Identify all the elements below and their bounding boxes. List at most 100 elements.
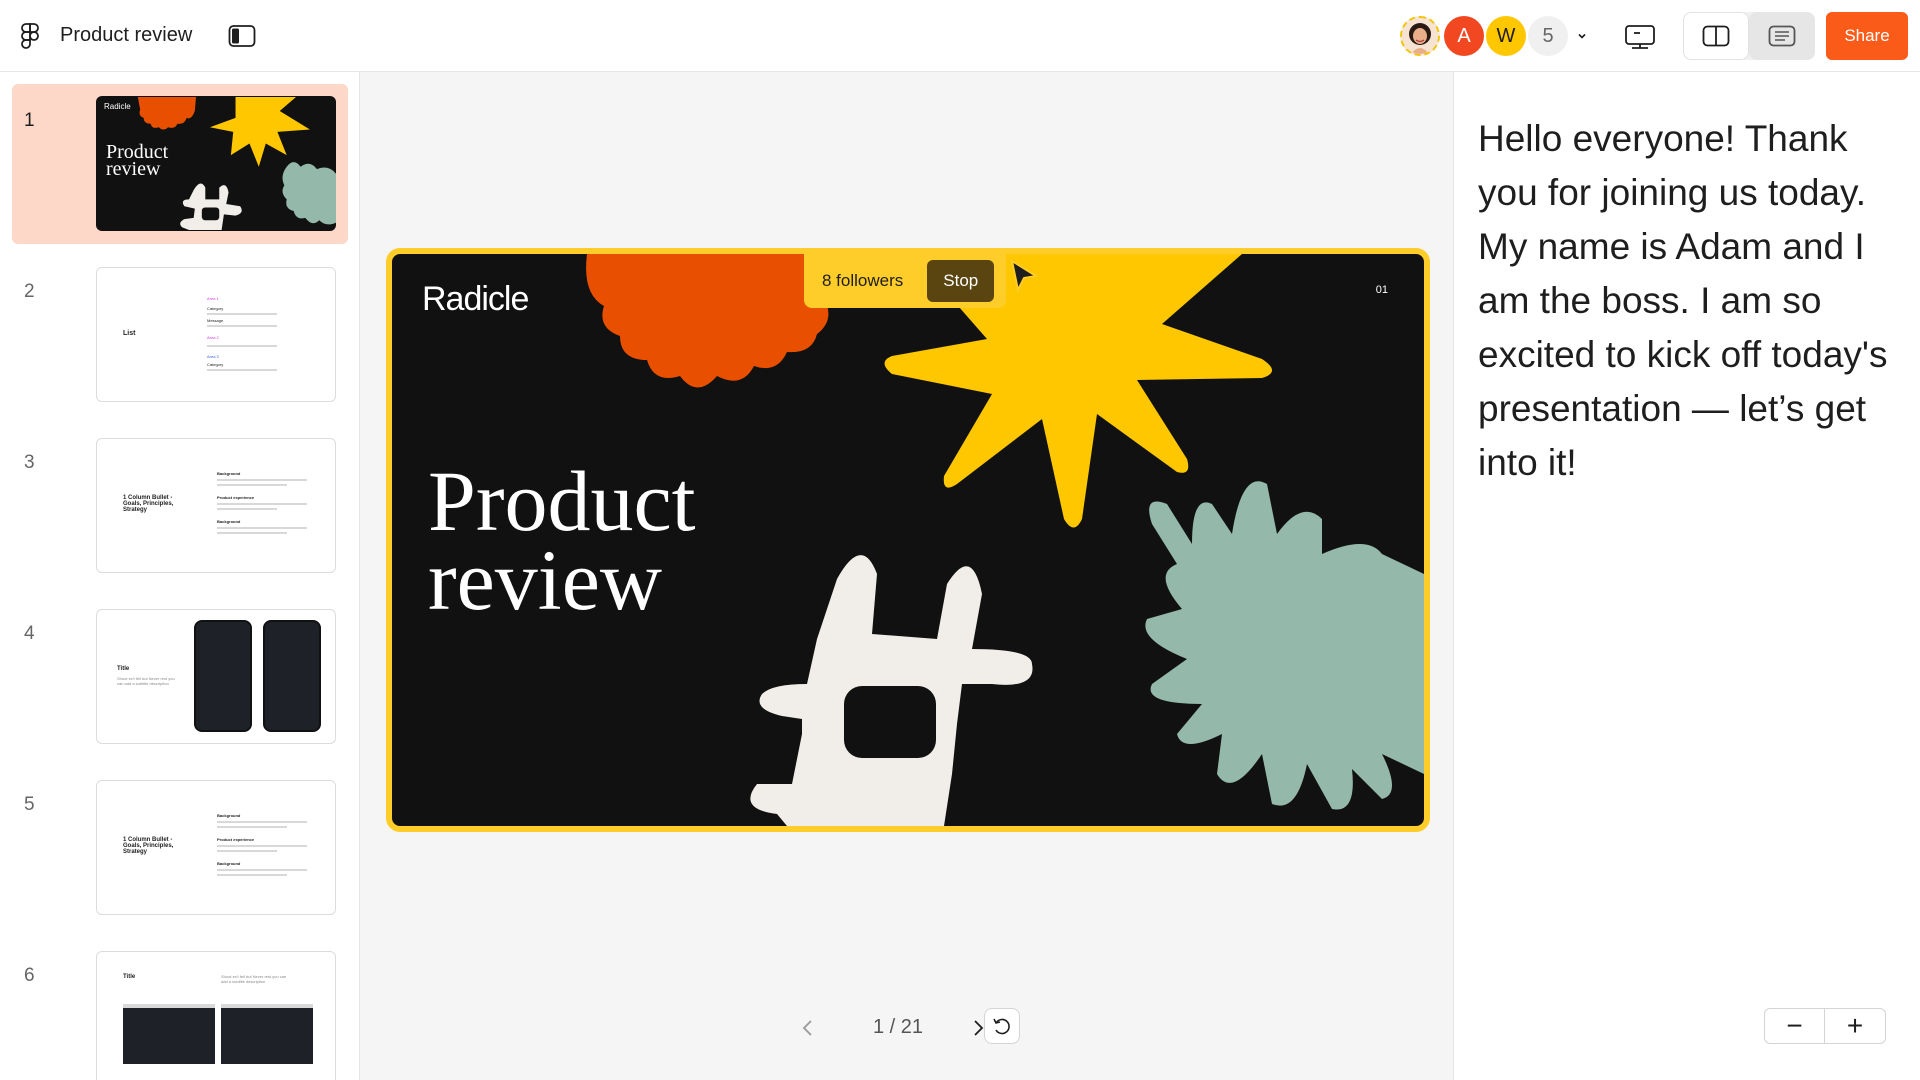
orange-shape [586, 254, 829, 388]
thumb-screenshot [221, 1004, 313, 1064]
thumb-item: Area 2 [207, 335, 219, 340]
present-screen-icon[interactable] [1624, 24, 1656, 50]
thumb-brand: Radicle [104, 102, 131, 111]
thumb-item: Category [207, 362, 224, 367]
thumb-line [217, 850, 277, 852]
avatar-photo[interactable] [1400, 16, 1440, 56]
zoom-in-button[interactable]: + [1825, 1009, 1885, 1043]
slide-brand: Radicle [422, 280, 529, 318]
thumb-title-line2: review [106, 158, 161, 180]
restart-button[interactable] [984, 1008, 1020, 1044]
thumb-item: Background [217, 519, 241, 524]
thumb-line [217, 484, 287, 486]
slide-title-line2: review [428, 532, 662, 629]
slide-number: 2 [24, 281, 35, 302]
thumb-line [217, 527, 307, 529]
chevron-down-icon[interactable] [1576, 30, 1588, 42]
thumb-phone [194, 620, 252, 732]
share-button[interactable]: Share [1826, 12, 1908, 60]
thumb-phone [263, 620, 321, 732]
thumb-line [217, 503, 307, 505]
current-slide[interactable]: Radicle 01 Product review [386, 248, 1430, 832]
slide-preview: 1 Column Bullet - Goals, Principles, Str… [96, 780, 336, 915]
thumb-line [217, 532, 287, 534]
thumb-line [207, 369, 277, 371]
avatar-w[interactable]: W [1486, 16, 1526, 56]
thumb-heading: Title [123, 974, 136, 980]
file-title[interactable]: Product review [60, 24, 192, 47]
slide-thumbnails-panel[interactable]: 1 Radicle Product review 2 List Area 1 C… [0, 72, 360, 1080]
avatar-a[interactable]: A [1444, 16, 1484, 56]
stop-following-button[interactable]: Stop [927, 260, 995, 302]
slide-thumbnail-6[interactable]: 6 Title Shoot ex't fell but Never rest y… [12, 939, 348, 1080]
thumb-item: Message [207, 318, 224, 323]
slide-number: 01 [1375, 284, 1388, 296]
slide-preview: Radicle Product review [96, 96, 336, 231]
view-mode-toggle [1683, 12, 1815, 60]
cursor-arrow-icon [1010, 258, 1039, 294]
thumb-heading: 1 Column Bullet - Goals, Principles, Str… [123, 495, 174, 513]
thumb-line [207, 345, 277, 347]
split-view-button[interactable] [1683, 12, 1749, 60]
top-bar: Product review A W 5 Share [0, 0, 1920, 72]
thumb-item: Background [217, 471, 241, 476]
user-photo-icon [1402, 18, 1438, 54]
thumb-title: Product review [106, 142, 168, 180]
slide-preview: Title Shoot ex't fell but Never rest you… [96, 609, 336, 744]
notes-view-button[interactable] [1749, 12, 1815, 60]
thumb-item: Background [217, 813, 241, 818]
slide-thumbnail-4[interactable]: 4 Title Shoot ex't fell but Never rest y… [12, 597, 348, 757]
slide-preview: Title Shoot ex't fell but Never rest you… [96, 951, 336, 1080]
slide-pager: 1 / 21 [796, 1010, 1016, 1046]
extra-collaborators-count[interactable]: 5 [1528, 16, 1568, 56]
thumb-subtitle: Shoot ex't fell but Never rest you can a… [117, 676, 175, 686]
slide-number: 3 [24, 452, 35, 473]
undo-icon [993, 1018, 1010, 1035]
previous-slide-icon[interactable] [796, 1016, 820, 1040]
speaker-notes-text: Hello everyone! Thank you for joining us… [1478, 118, 1888, 483]
thumb-line [217, 508, 277, 510]
sage-shape [1145, 481, 1424, 810]
speaker-notes-panel: Hello everyone! Thank you for joining us… [1453, 72, 1920, 1080]
panel-toggle-icon[interactable] [228, 24, 256, 48]
thumb-heading: Title [117, 666, 130, 672]
slide-title-line1: Product [428, 453, 696, 549]
thumb-item: Product experience [217, 495, 255, 500]
slide-page-indicator: 1 / 21 [872, 1016, 924, 1038]
slide-thumbnail-3[interactable]: 3 1 Column Bullet - Goals, Principles, S… [12, 426, 348, 586]
slide-number: 6 [24, 965, 35, 986]
thumb-heading: List [123, 330, 136, 337]
thumb-item: Product experience [217, 837, 255, 842]
thumb-line [217, 821, 307, 823]
slide-thumbnail-2[interactable]: 2 List Area 1 Category Message Area 2 Ar… [12, 255, 348, 415]
figma-logo-icon[interactable] [20, 22, 40, 50]
thumb-line [217, 826, 287, 828]
slide-number: 5 [24, 794, 35, 815]
thumb-line [207, 313, 277, 315]
thumb-line [217, 479, 307, 481]
slide-preview: 1 Column Bullet - Goals, Principles, Str… [96, 438, 336, 573]
thumb-line [217, 874, 287, 876]
thumb-item: Category [207, 306, 224, 311]
thumb-line [217, 869, 307, 871]
thumb-subtitle: Shoot ex't fell but Never rest you can a… [221, 974, 287, 984]
slide-number: 1 [24, 110, 35, 131]
thumb-item: Area 1 [207, 296, 219, 301]
presentation-stage: Radicle 01 Product review 8 followers St… [360, 72, 1453, 1080]
slide-preview: List Area 1 Category Message Area 2 Area… [96, 267, 336, 402]
split-view-icon [1702, 25, 1730, 47]
followers-count: 8 followers [822, 271, 904, 290]
followers-bar: 8 followers Stop [804, 254, 1007, 308]
zoom-out-button[interactable]: − [1765, 1009, 1826, 1043]
thumb-item: Background [217, 861, 241, 866]
cream-shape-hole [844, 686, 936, 758]
slide-number: 4 [24, 623, 35, 644]
thumb-screenshot [123, 1004, 215, 1064]
slide-thumbnail-5[interactable]: 5 1 Column Bullet - Goals, Principles, S… [12, 768, 348, 928]
thumb-heading: 1 Column Bullet - Goals, Principles, Str… [123, 837, 174, 855]
collaborator-avatars[interactable]: A W 5 [1400, 14, 1588, 58]
notes-zoom-control: − + [1764, 1008, 1886, 1044]
notes-view-icon [1768, 25, 1796, 47]
slide-thumbnail-1[interactable]: 1 Radicle Product review [12, 84, 348, 244]
slide-title: Product review [428, 453, 696, 629]
